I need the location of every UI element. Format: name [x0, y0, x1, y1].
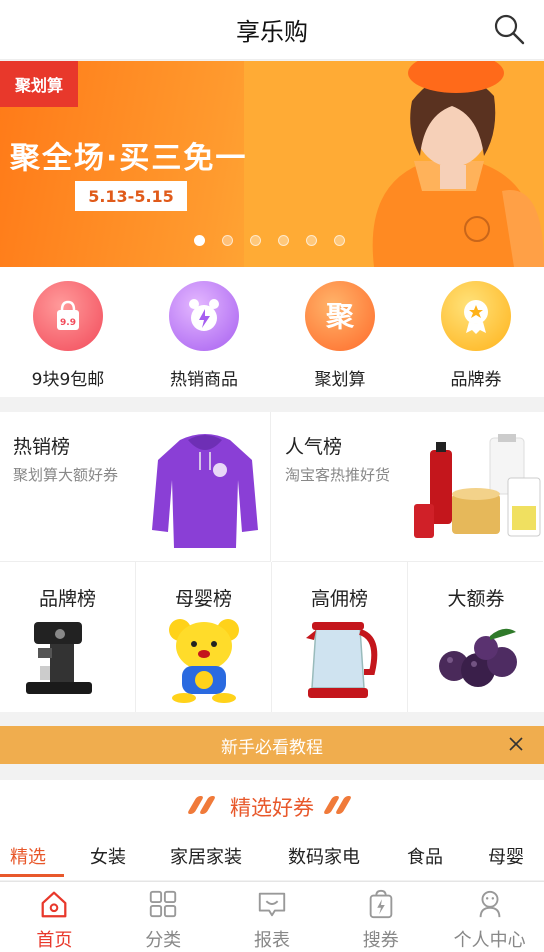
- high-commission-board[interactable]: 高佣榜: [272, 562, 408, 712]
- hoodie-image: [152, 434, 258, 548]
- svg-text:9.9: 9.9: [60, 318, 76, 328]
- category-icon: [150, 890, 177, 918]
- banner-date: 5.13-5.15: [75, 181, 187, 211]
- big-coupon-board[interactable]: 大额券: [408, 562, 544, 712]
- bottom-nav: 首页 分类 报表 搜券 个人中心: [0, 881, 544, 952]
- tab-womens[interactable]: 女装: [90, 843, 126, 869]
- decor-slash-icon: [186, 795, 217, 819]
- kettle-image: [306, 622, 378, 698]
- quick-link-label: 品牌券: [450, 370, 502, 390]
- close-icon[interactable]: [506, 734, 526, 754]
- category-tabs: 精选 女装 家居家装 数码家电 食品 母婴: [0, 832, 544, 880]
- quick-link-hot[interactable]: 热销商品: [136, 267, 272, 397]
- board-subtitle: 淘宝客热推好货: [285, 466, 391, 484]
- carousel-dot[interactable]: [194, 235, 205, 246]
- carousel-dot[interactable]: [222, 235, 233, 246]
- nav-label: 个人中心: [453, 930, 526, 951]
- brand-board[interactable]: 品牌榜: [0, 562, 136, 712]
- active-tab-indicator: [0, 874, 64, 877]
- board-title: 人气榜: [285, 436, 343, 458]
- tab-baby[interactable]: 母婴: [488, 843, 524, 869]
- coupon-search-icon: [369, 889, 393, 919]
- carousel-dot[interactable]: [334, 235, 345, 246]
- carousel-dot[interactable]: [278, 235, 289, 246]
- carousel-dot[interactable]: [306, 235, 317, 246]
- carousel-dot[interactable]: [250, 235, 261, 246]
- divider: [270, 412, 271, 562]
- nav-label: 分类: [145, 930, 182, 951]
- medal-icon: [441, 281, 511, 351]
- search-icon[interactable]: [492, 12, 526, 46]
- report-icon: [258, 892, 286, 917]
- quick-link-brand-coupon[interactable]: 品牌券: [408, 267, 544, 397]
- coffee-machine-image: [26, 622, 92, 694]
- ju-icon: 聚: [305, 281, 375, 351]
- picks-title-text: 精选好券: [230, 796, 314, 820]
- board-subtitle: 聚划算大额好券: [13, 466, 119, 484]
- nav-home[interactable]: 首页: [0, 882, 109, 952]
- nav-label: 搜券: [362, 930, 399, 951]
- quick-links: 9.9 9块9包邮 热销商品 聚 聚划算 品牌券: [0, 267, 544, 397]
- tab-home[interactable]: 家居家装: [170, 843, 242, 869]
- decor-slash-icon: [322, 795, 353, 819]
- quick-link-label: 聚划算: [314, 370, 366, 390]
- quick-link-juhuasuan[interactable]: 聚 聚划算: [272, 267, 408, 397]
- plum-image: [439, 628, 517, 687]
- carousel-dots: [194, 235, 345, 246]
- board-title: 热销榜: [13, 436, 71, 458]
- hot-sales-board[interactable]: 热销榜 聚划算大额好券: [0, 412, 271, 562]
- quick-link-9-9[interactable]: 9.9 9块9包邮: [0, 267, 136, 397]
- svg-text:聚: 聚: [325, 300, 355, 333]
- baby-board[interactable]: 母婴榜: [136, 562, 272, 712]
- cosmetics-image: [414, 434, 541, 538]
- nav-report[interactable]: 报表: [218, 882, 327, 952]
- tab-food[interactable]: 食品: [407, 843, 443, 869]
- nav-coupon-search[interactable]: 搜券: [326, 882, 435, 952]
- nav-profile[interactable]: 个人中心: [435, 882, 544, 952]
- board-title: 大额券: [447, 588, 505, 610]
- bear-toy-image: [169, 619, 239, 703]
- juhuasuan-tag: 聚划算: [0, 61, 78, 107]
- tutorial-label: 新手必看教程: [221, 737, 323, 758]
- picks-title: 精选好券: [0, 792, 544, 822]
- home-icon: [41, 891, 67, 918]
- picks-section: 精选好券 精选 女装 家居家装 数码家电 食品 母婴: [0, 780, 544, 880]
- tab-electronics[interactable]: 数码家电: [288, 843, 360, 869]
- tutorial-bar[interactable]: 新手必看教程: [0, 726, 544, 764]
- banner-headline: 聚全场·买三免一: [10, 141, 248, 176]
- board-title: 高佣榜: [310, 588, 368, 610]
- app-header: 享乐购: [0, 0, 544, 60]
- promo-banner[interactable]: 聚划算 聚全场·买三免一 5.13-5.15: [0, 61, 544, 267]
- board-title: 母婴榜: [174, 588, 232, 610]
- nav-category[interactable]: 分类: [109, 882, 218, 952]
- popular-board[interactable]: 人气榜 淘宝客热推好货: [272, 412, 543, 562]
- quick-link-label: 9块9包邮: [31, 370, 105, 390]
- board-title: 品牌榜: [38, 588, 96, 610]
- bag-icon: 9.9: [33, 281, 103, 351]
- alarm-clock-icon: [169, 281, 239, 351]
- page-title: 享乐购: [236, 18, 308, 46]
- rank-boards: 热销榜 聚划算大额好券 人气榜 淘宝客热推好货 品牌榜 母婴榜 高佣榜 大额券: [0, 412, 544, 712]
- nav-label: 首页: [36, 930, 73, 951]
- nav-label: 报表: [253, 930, 290, 951]
- tab-featured[interactable]: 精选: [10, 843, 46, 869]
- profile-icon: [479, 890, 500, 918]
- quick-link-label: 热销商品: [170, 370, 238, 390]
